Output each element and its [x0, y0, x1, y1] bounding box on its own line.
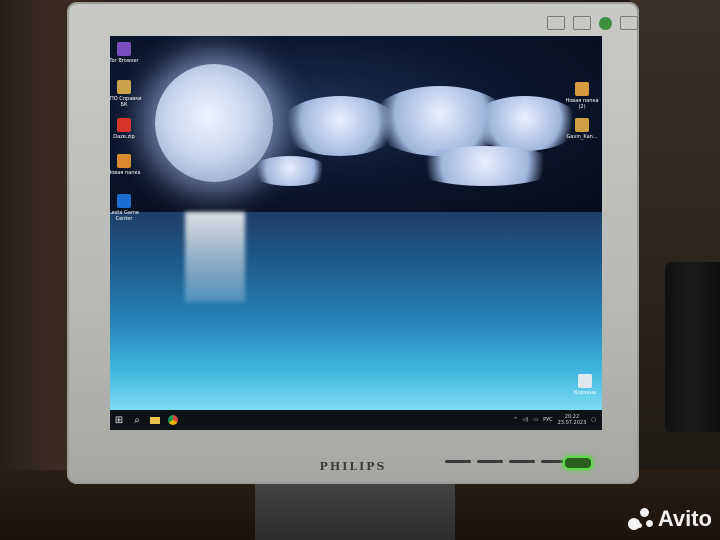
- archive-icon: [575, 118, 589, 132]
- desktop-icon-label: СПО Справки БК: [110, 96, 142, 108]
- power-button[interactable]: [563, 456, 593, 470]
- network-icon[interactable]: ▭: [533, 417, 538, 423]
- lesta-icon: [117, 194, 131, 208]
- file-explorer-icon[interactable]: [146, 410, 164, 430]
- energy-star-icon: [599, 16, 612, 30]
- brightness-button[interactable]: [477, 460, 503, 463]
- sticker-icon: [547, 16, 565, 30]
- desktop-icon-label: Корзина: [573, 390, 597, 396]
- clock-date: 23.07.2023: [557, 420, 587, 426]
- desktop-icon[interactable]: Tor Browser: [110, 42, 144, 64]
- desktop-icon-label: Новая папка (2): [565, 98, 599, 110]
- desktop-icon[interactable]: Новая папка (2): [562, 82, 602, 110]
- start-icon[interactable]: ⊞: [110, 410, 128, 430]
- search-icon[interactable]: ⌕: [128, 410, 146, 430]
- sticker-icon: [620, 16, 638, 30]
- desktop-icon-recycle-bin[interactable]: Корзина: [565, 374, 602, 396]
- moon-reflection: [185, 212, 245, 302]
- recycle-bin-icon: [578, 374, 592, 388]
- desktop-icon[interactable]: СПО Справки БК: [110, 80, 144, 108]
- desktop-icon[interactable]: Daze.zip: [110, 118, 144, 140]
- chevron-up-icon[interactable]: ^: [513, 417, 517, 423]
- desktop-icon-label: Daze.zip: [113, 134, 135, 140]
- screen: Tor Browser СПО Справки БК Daze.zip Новая п…: [110, 36, 602, 430]
- notifications-icon[interactable]: ▢: [591, 417, 596, 423]
- spravki-bk-icon: [117, 80, 131, 94]
- avito-logo-icon: [627, 506, 654, 532]
- desktop-icon-label: Новая папка: [110, 170, 141, 176]
- archive-icon: [117, 118, 131, 132]
- tor-browser-icon: [117, 42, 131, 56]
- taskbar: ⊞ ⌕ ^ ◁) ▭ РУС 20:22 23.07.2023 ▢: [110, 410, 602, 430]
- desktop-icon[interactable]: Gavin_Kan...: [562, 118, 602, 140]
- speaker: [665, 262, 720, 432]
- system-tray: ^ ◁) ▭ РУС 20:22 23.07.2023 ▢: [513, 414, 602, 426]
- desktop-icon-label: Tor Browser: [110, 58, 139, 64]
- sticker-icon: [573, 16, 591, 30]
- sea: [110, 212, 602, 410]
- menu-button[interactable]: [445, 460, 471, 463]
- language-indicator[interactable]: РУС: [543, 417, 553, 423]
- cloud: [250, 156, 330, 186]
- avito-text: Avito: [657, 506, 712, 531]
- clock[interactable]: 20:22 23.07.2023: [558, 414, 587, 426]
- folder-icon: [117, 154, 131, 168]
- bezel-sticker-icons: [547, 14, 667, 32]
- cloud: [410, 146, 560, 186]
- bezel-buttons[interactable]: [445, 460, 567, 463]
- chrome-icon[interactable]: [164, 410, 182, 430]
- desktop-icon-label: Gavin_Kan...: [566, 134, 598, 140]
- desktop-icon-label: Lesta Game Center: [110, 210, 139, 222]
- desktop-icon[interactable]: Lesta Game Center: [110, 194, 144, 222]
- desktop-icon[interactable]: Новая папка: [110, 154, 144, 176]
- speaker-icon[interactable]: ◁): [523, 417, 529, 423]
- room-background: PHILIPS Tor Browser СПО Справки БК Daze.zi…: [0, 0, 720, 540]
- folder-icon: [575, 82, 589, 96]
- auto-button[interactable]: [509, 460, 535, 463]
- avito-watermark: Avito: [627, 506, 712, 532]
